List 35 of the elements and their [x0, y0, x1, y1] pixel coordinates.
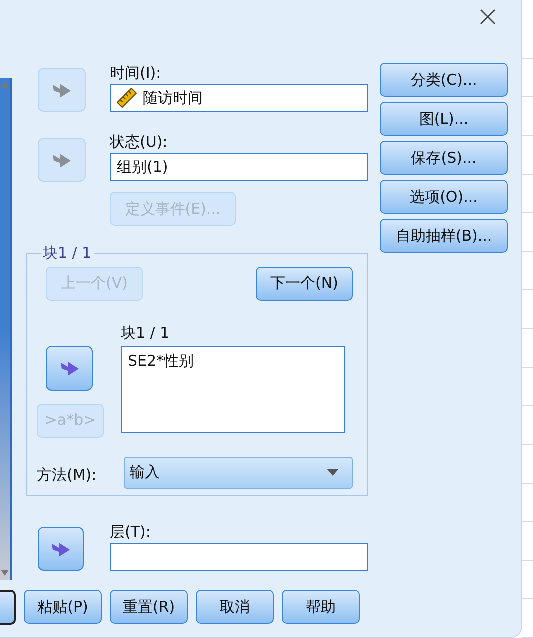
input-field[interactable]: 随访时间	[110, 84, 368, 112]
dialog-button[interactable]: 粘贴(P)	[24, 590, 102, 624]
method-label: 方法(M):	[37, 465, 98, 486]
group-title: 块1 / 1	[42, 243, 93, 264]
list-label: 块1 / 1	[121, 322, 171, 344]
field-label: 状态(U):	[110, 132, 169, 153]
move-button[interactable]	[46, 346, 93, 390]
dialog-button[interactable]: 分类(C)...	[380, 63, 508, 97]
caret-icon	[327, 469, 339, 476]
list-item[interactable]: SE2*性别	[128, 350, 338, 372]
method-dropdown[interactable]: 输入	[124, 456, 353, 488]
close-icon[interactable]	[479, 8, 497, 26]
block-variable-list[interactable]: SE2*性别	[121, 346, 345, 432]
input-field[interactable]	[110, 542, 368, 570]
arrow-icon	[60, 359, 80, 377]
field-label: 层(T):	[110, 522, 152, 542]
dialog-button[interactable]: 自助抽样(B)...	[380, 219, 508, 253]
field-label: 时间(I):	[110, 63, 162, 84]
move-button[interactable]	[38, 526, 84, 570]
next-button[interactable]: 下一个(N)	[256, 266, 353, 300]
dialog-button[interactable]: 取消	[196, 590, 274, 624]
dialog-button[interactable]: 帮助	[282, 590, 360, 624]
dropdown-value: 输入	[130, 462, 160, 484]
scroll-down-icon[interactable]	[1, 570, 9, 576]
dialog-button[interactable]: 保存(S)...	[380, 141, 508, 175]
partial-button[interactable]	[0, 590, 16, 625]
input-field[interactable]: 组别(1)	[110, 153, 368, 181]
arrow-icon	[52, 81, 72, 99]
arrow-icon	[52, 151, 72, 169]
variable-list[interactable]	[0, 78, 12, 580]
dialog-button[interactable]: 选项(O)...	[380, 180, 508, 214]
field-value: 随访时间	[143, 88, 203, 109]
field-value: 组别(1)	[117, 156, 168, 178]
dialog-button[interactable]: 重置(R)	[110, 590, 188, 624]
dialog-button[interactable]: 图(L)...	[380, 102, 508, 136]
